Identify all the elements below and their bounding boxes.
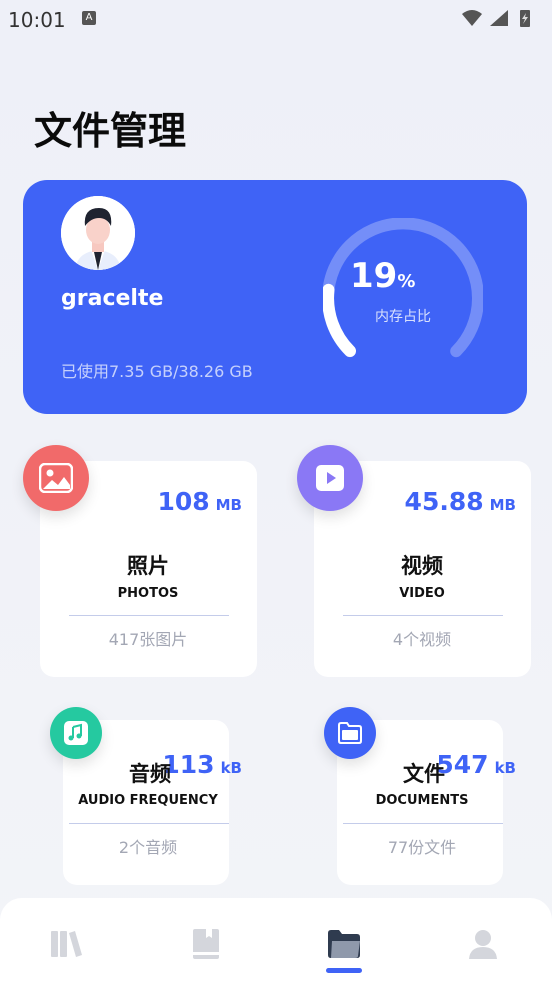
documents-subtitle: DOCUMENTS [375, 793, 469, 808]
nav-book[interactable] [188, 926, 224, 962]
nav-files[interactable] [326, 926, 362, 962]
audio-title: 音频 [129, 762, 171, 786]
nav-profile[interactable] [465, 926, 501, 962]
storage-percent: 19% [350, 256, 415, 296]
bottom-nav [0, 898, 552, 984]
documents-icon-bubble[interactable] [324, 707, 376, 759]
storage-ring-progress [323, 283, 356, 357]
photos-icon-bubble[interactable] [23, 445, 89, 511]
storage-used-text: 已使用7.35 GB/38.26 GB [61, 362, 253, 381]
notification-icon: A [82, 11, 96, 25]
documents-count: 77份文件 [387, 838, 457, 857]
video-subtitle: VIDEO [399, 586, 445, 601]
photos-divider [69, 615, 229, 616]
book-icon [193, 929, 219, 959]
photos-size-unit: MB [215, 496, 242, 514]
photos-subtitle: PHOTOS [117, 586, 179, 601]
storage-percent-value: 19 [350, 256, 398, 296]
audio-count: 2个音频 [118, 838, 178, 857]
nav-active-indicator [326, 968, 362, 973]
image-icon [39, 463, 73, 493]
photos-title: 照片 [127, 554, 169, 578]
documents-title: 文件 [403, 762, 445, 786]
storage-card[interactable]: gracelte 已使用7.35 GB/38.26 GB 19% 内存占比 [23, 180, 527, 414]
audio-icon-bubble[interactable] [50, 707, 102, 759]
status-bar: 10:01 A [0, 0, 552, 40]
storage-ring-label: 内存占比 [375, 309, 431, 325]
video-size: 45.88 MB [405, 487, 516, 516]
music-note-icon [64, 721, 88, 745]
photos-size: 108 MB [157, 487, 242, 516]
library-icon [51, 931, 82, 957]
avatar-illustration [61, 196, 135, 270]
status-time: 10:01 [8, 8, 66, 32]
storage-ring [323, 218, 483, 358]
audio-subtitle: AUDIO FREQUENCY [78, 793, 218, 808]
video-icon-bubble[interactable] [297, 445, 363, 511]
video-size-unit: MB [489, 496, 516, 514]
storage-percent-unit: % [397, 271, 416, 292]
folder-icon [338, 722, 362, 744]
video-size-value: 45.88 [404, 487, 484, 516]
folder-icon [328, 930, 360, 958]
documents-divider [343, 823, 503, 824]
audio-divider [69, 823, 229, 824]
video-count: 4个视频 [392, 630, 452, 649]
status-icons [462, 10, 530, 27]
avatar[interactable] [61, 196, 135, 270]
page-title: 文件管理 [34, 109, 187, 153]
user-icon [469, 930, 497, 959]
signal-icon [490, 10, 508, 26]
photos-count: 417张图片 [108, 630, 188, 649]
video-divider [343, 615, 503, 616]
nav-library[interactable] [48, 926, 84, 962]
video-title: 视频 [401, 554, 443, 578]
photos-size-value: 108 [157, 487, 210, 516]
wifi-icon [462, 10, 482, 26]
play-icon [316, 465, 344, 491]
username: gracelte [61, 286, 164, 311]
